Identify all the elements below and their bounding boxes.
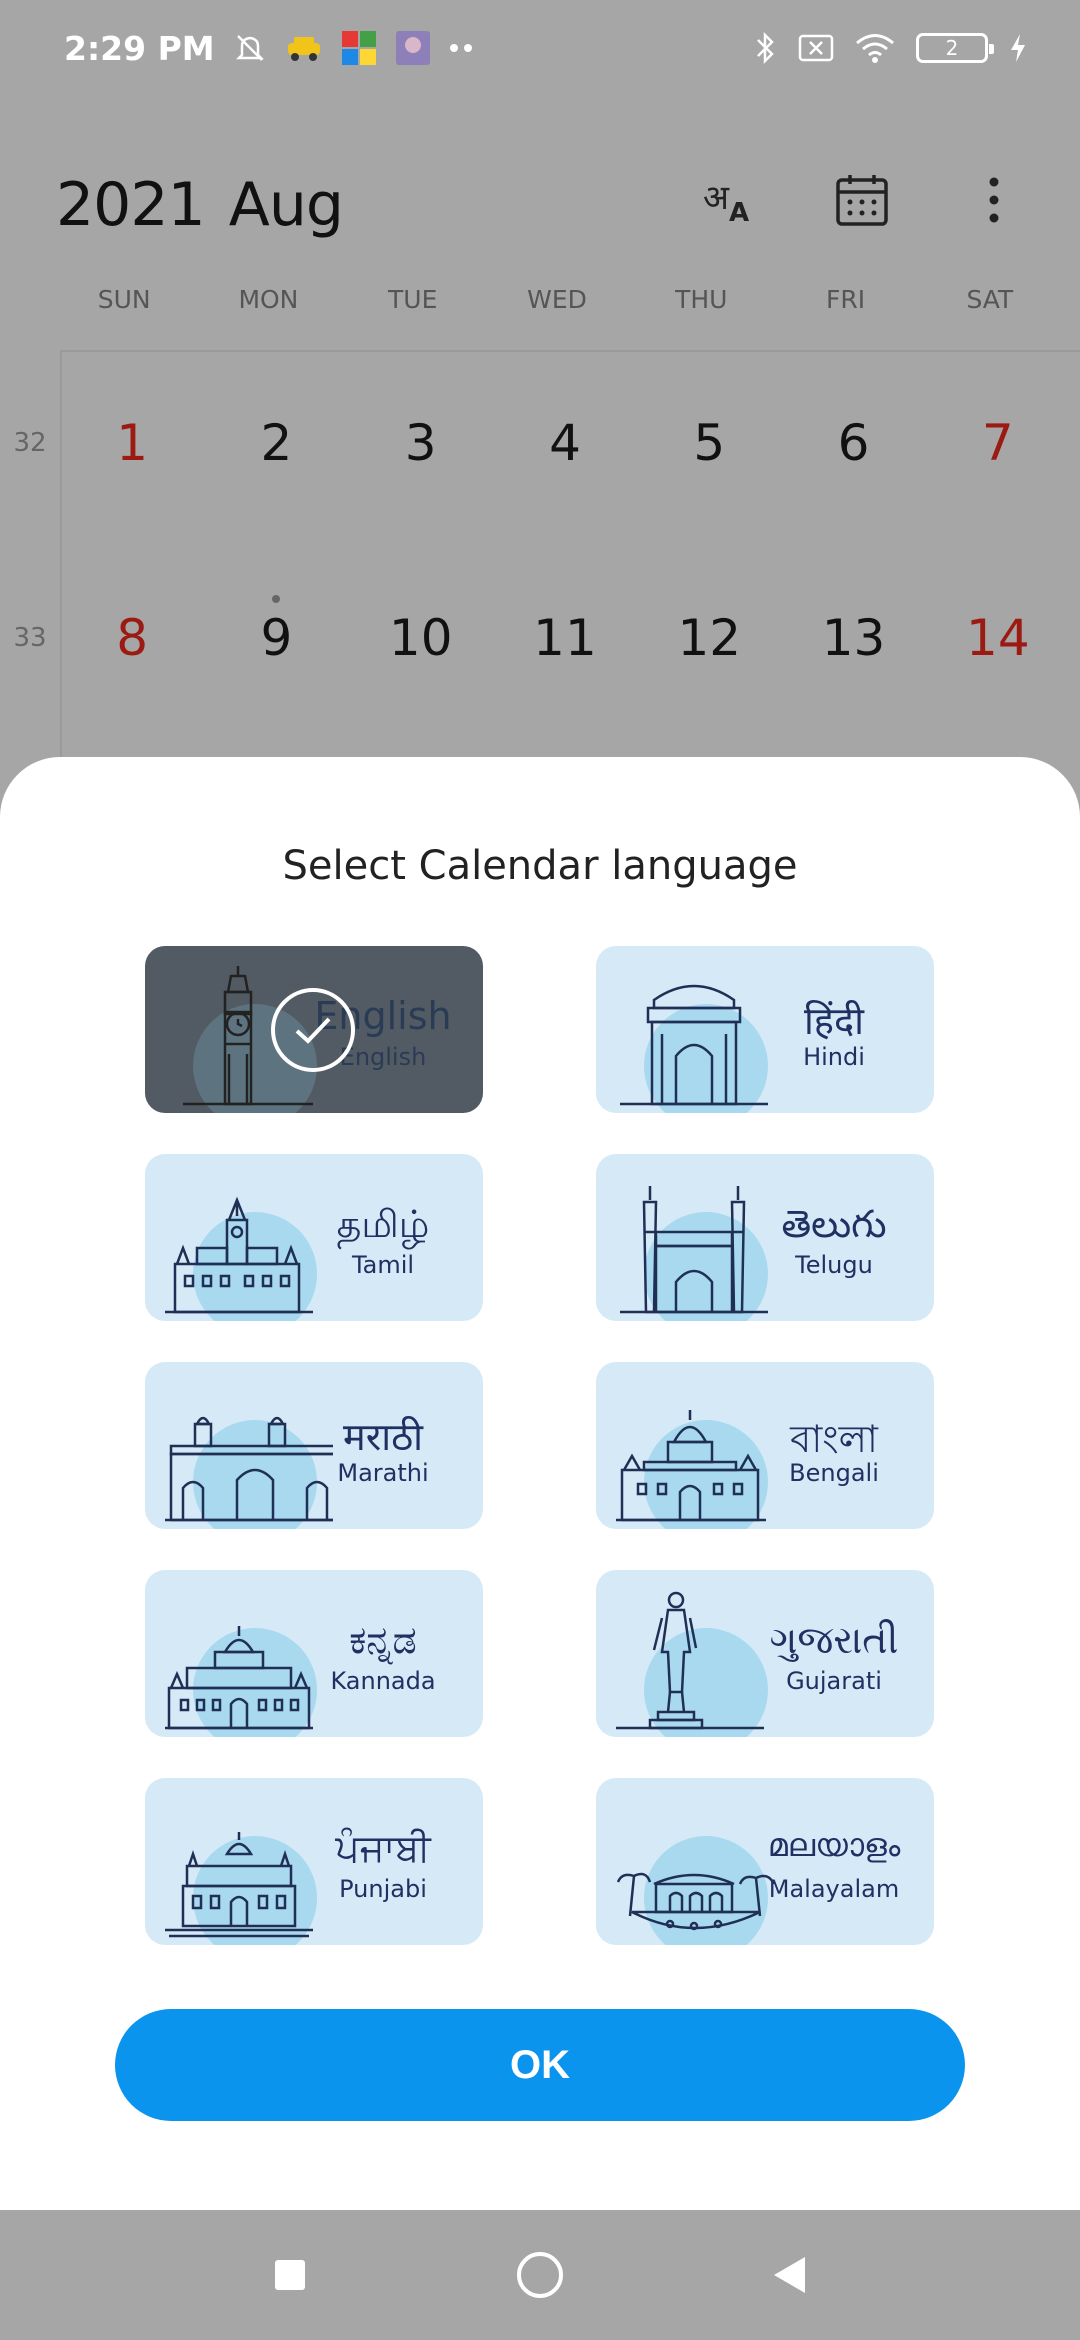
language-card-english[interactable]: English English <box>145 946 483 1113</box>
battery-level: 2 <box>945 36 959 60</box>
language-card-gujarati[interactable]: ગુજરાતી Gujarati <box>596 1570 934 1737</box>
photo-app-icon <box>395 30 431 66</box>
day-cell[interactable]: 1 <box>60 414 204 472</box>
language-english-name: Bengali <box>789 1459 879 1487</box>
day-cell[interactable]: 4 <box>493 414 637 472</box>
week-row: 33 8 9 10 11 12 13 14 <box>0 595 1080 678</box>
dialog-title: Select Calendar language <box>282 843 798 889</box>
weekday-wed: WED <box>527 285 587 314</box>
more-notifications-icon <box>449 43 475 53</box>
language-native-name: मराठी <box>342 1415 424 1459</box>
language-english-name: Punjabi <box>339 1875 427 1903</box>
charging-icon <box>1008 32 1028 64</box>
recents-button[interactable] <box>260 2245 320 2305</box>
wifi-icon <box>854 32 896 64</box>
day-cell[interactable]: 5 <box>637 414 781 472</box>
language-english-name: Marathi <box>337 1459 429 1487</box>
calendar-icon[interactable] <box>832 170 892 230</box>
week-days: 1 2 3 4 5 6 7 <box>60 414 1070 472</box>
language-card-marathi[interactable]: मराठी Marathi <box>145 1362 483 1529</box>
grid-divider <box>60 350 1080 352</box>
weekday-fri: FRI <box>825 285 866 314</box>
day-cell[interactable]: 14 <box>926 609 1070 667</box>
screen: 2:29 PM 2 2021 Aug अ A SUN MON TUE WED T… <box>0 0 1080 2340</box>
event-dot <box>272 595 281 603</box>
week-number: 33 <box>13 623 47 653</box>
status-left: 2:29 PM <box>64 29 475 68</box>
language-card-hindi[interactable]: हिंदी Hindi <box>596 946 934 1113</box>
language-native-name: ગુજરાતી <box>769 1618 899 1662</box>
language-card-tamil[interactable]: தமிழ் Tamil <box>145 1154 483 1321</box>
language-english-name: Malayalam <box>768 1875 900 1903</box>
ludo-app-icon <box>341 30 377 66</box>
home-button[interactable] <box>510 2245 570 2305</box>
svg-text:A: A <box>729 198 749 225</box>
no-sim-icon <box>798 33 834 63</box>
language-native-name: తెలుగు <box>781 1202 887 1246</box>
month-label: Aug <box>228 170 344 240</box>
weekday-row: SUN MON TUE WED THU FRI SAT <box>52 285 1062 325</box>
day-cell[interactable]: 3 <box>349 414 493 472</box>
day-cell[interactable]: 7 <box>926 414 1070 472</box>
mute-icon <box>233 31 267 65</box>
navigation-bar <box>0 2210 1080 2340</box>
weekday-sun: SUN <box>97 285 151 314</box>
day-number: 9 <box>260 609 293 667</box>
language-card-bengali[interactable]: বাংলা Bengali <box>596 1362 934 1529</box>
language-english-name: Telugu <box>795 1251 873 1279</box>
weekday-mon: MON <box>238 285 299 314</box>
bluetooth-icon <box>754 30 778 66</box>
language-native-name: हिंदी <box>803 999 865 1043</box>
day-cell[interactable]: 13 <box>781 609 925 667</box>
language-english-name: Gujarati <box>786 1667 882 1695</box>
day-cell[interactable]: 11 <box>493 609 637 667</box>
day-cell[interactable]: 2 <box>204 414 348 472</box>
battery-icon: 2 <box>916 33 994 63</box>
svg-text:अ: अ <box>703 178 730 218</box>
week-number: 32 <box>13 428 47 458</box>
language-english-name: Tamil <box>351 1251 415 1279</box>
status-right: 2 <box>754 30 1028 66</box>
month-title[interactable]: 2021 Aug <box>56 170 349 240</box>
status-bar: 2:29 PM 2 <box>0 0 1080 96</box>
day-cell[interactable]: 8 <box>60 609 204 667</box>
language-english-name: Hindi <box>803 1043 865 1071</box>
language-native-name: தமிழ் <box>336 1202 430 1246</box>
language-card-punjabi[interactable]: ਪੰਜਾਬੀ Punjabi <box>145 1778 483 1945</box>
language-card-kannada[interactable]: ಕನ್ನಡ Kannada <box>145 1570 483 1737</box>
day-cell[interactable]: 10 <box>349 609 493 667</box>
day-cell-with-event[interactable]: 9 <box>204 595 348 667</box>
language-icon[interactable]: अA <box>700 170 760 230</box>
weekday-tue: TUE <box>388 285 438 314</box>
day-cell[interactable]: 6 <box>781 414 925 472</box>
houseboat-icon <box>614 1796 784 1945</box>
language-native-name: ಕನ್ನಡ <box>349 1618 417 1662</box>
ok-button[interactable]: OK <box>115 2009 965 2121</box>
taxi-app-icon <box>285 33 323 63</box>
weekday-thu: THU <box>675 285 728 314</box>
weekday-sat: SAT <box>966 285 1014 314</box>
language-native-name: മലയാളം <box>767 1826 901 1864</box>
language-english-name: Kannada <box>330 1667 436 1695</box>
language-dialog: Select Calendar language English English <box>0 757 1080 2210</box>
language-card-malayalam[interactable]: മലയാളം Malayalam <box>596 1778 934 1945</box>
week-row: 32 1 2 3 4 5 6 7 <box>0 403 1080 483</box>
status-time: 2:29 PM <box>64 28 215 68</box>
calendar-header: 2021 Aug अA <box>0 150 1080 260</box>
back-button[interactable] <box>760 2245 820 2305</box>
language-native-name: ਪੰਜਾਬੀ <box>335 1826 431 1870</box>
more-icon[interactable] <box>964 170 1024 230</box>
language-card-telugu[interactable]: తెలుగు Telugu <box>596 1154 934 1321</box>
day-cell[interactable]: 12 <box>637 609 781 667</box>
header-actions: अA <box>700 170 1024 230</box>
check-icon <box>271 988 355 1072</box>
week-days: 8 9 10 11 12 13 14 <box>60 595 1070 667</box>
year-label: 2021 <box>56 170 206 240</box>
